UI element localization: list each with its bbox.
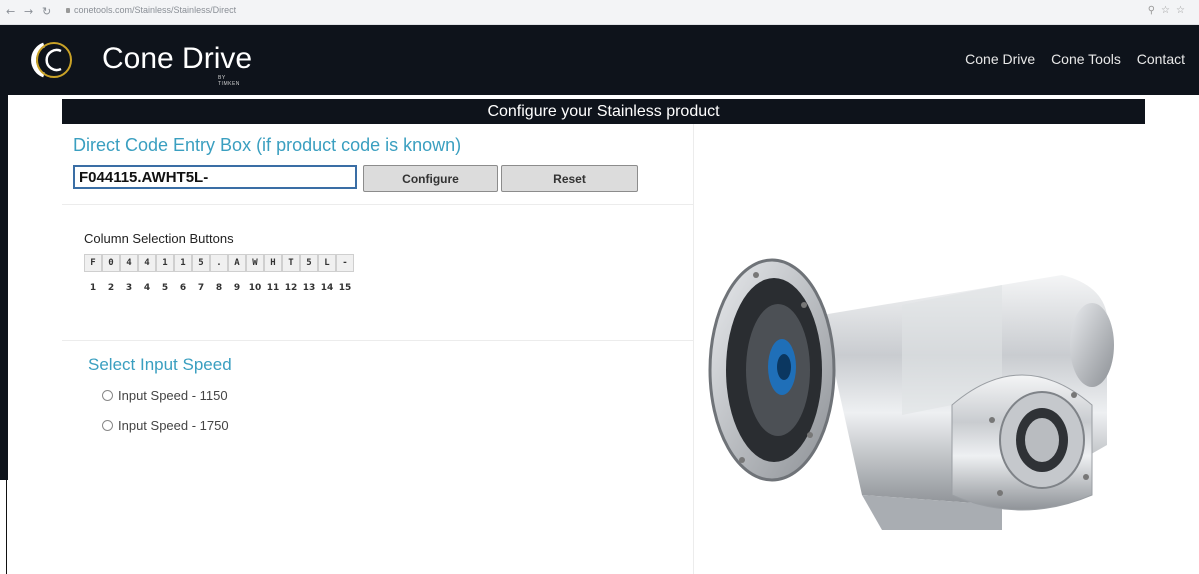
column-button[interactable]: . xyxy=(210,254,228,272)
column-button[interactable]: A xyxy=(228,254,246,272)
top-navigation: Cone Drive Cone Tools Contact xyxy=(953,51,1185,67)
column-button[interactable]: 4 xyxy=(120,254,138,272)
column-number: 9 xyxy=(233,283,241,293)
column-number: 1 xyxy=(89,283,97,293)
cone-drive-logo-icon xyxy=(31,42,72,78)
right-gutter xyxy=(1145,95,1199,574)
column-button[interactable]: 5 xyxy=(192,254,210,272)
column-button[interactable]: 1 xyxy=(156,254,174,272)
nav-cone-drive[interactable]: Cone Drive xyxy=(965,51,1035,67)
radio-button[interactable] xyxy=(102,390,113,401)
address-bar[interactable]: conetools.com/Stainless/Stainless/Direct xyxy=(74,5,236,15)
column-number: 14 xyxy=(320,283,334,293)
configurator-panel: Direct Code Entry Box (if product code i… xyxy=(62,124,694,574)
column-button[interactable]: L xyxy=(318,254,336,272)
column-number: 3 xyxy=(125,283,133,293)
column-button[interactable]: 4 xyxy=(138,254,156,272)
speed-option-1150[interactable]: Input Speed - 1150 xyxy=(102,388,228,403)
configurator-page: Configure your Stainless product Direct … xyxy=(62,95,1145,574)
product-code-input[interactable] xyxy=(73,165,357,189)
column-button[interactable]: W xyxy=(246,254,264,272)
column-number: 11 xyxy=(266,283,280,293)
column-button[interactable]: T xyxy=(282,254,300,272)
column-numbers: 1 2 3 4 5 6 7 8 9 10 11 12 13 14 15 xyxy=(84,283,354,293)
input-speed-title: Select Input Speed xyxy=(88,355,232,374)
configure-title-bar: Configure your Stainless product xyxy=(62,99,1145,124)
product-image xyxy=(708,258,1114,530)
reset-button[interactable]: Reset xyxy=(501,165,638,192)
nav-contact[interactable]: Contact xyxy=(1137,51,1185,67)
column-button[interactable]: 5 xyxy=(300,254,318,272)
site-header: Cone Drive BY TIMKEN Cone Drive Cone Too… xyxy=(0,25,1199,95)
column-selection-label: Column Selection Buttons xyxy=(84,231,234,246)
brand-name: Cone Drive xyxy=(102,42,253,75)
forward-icon[interactable]: → xyxy=(24,5,33,18)
column-button[interactable]: F xyxy=(84,254,102,272)
column-number: 6 xyxy=(179,283,187,293)
column-number: 13 xyxy=(302,283,316,293)
column-number: 15 xyxy=(338,283,352,293)
column-number: 7 xyxy=(197,283,205,293)
configure-button[interactable]: Configure xyxy=(363,165,498,192)
browser-toolbar: ← → ↻ conetools.com/Stainless/Stainless/… xyxy=(0,0,1199,25)
column-selection-buttons: F 0 4 4 1 1 5 . A W H T 5 L - xyxy=(84,254,354,272)
left-edge xyxy=(0,95,8,480)
left-edge-line xyxy=(6,480,7,574)
section-divider xyxy=(62,204,693,205)
column-button[interactable]: H xyxy=(264,254,282,272)
column-number: 12 xyxy=(284,283,298,293)
column-number: 4 xyxy=(143,283,151,293)
column-number: 5 xyxy=(161,283,169,293)
back-icon[interactable]: ← xyxy=(6,5,15,18)
column-number: 8 xyxy=(215,283,223,293)
column-number: 2 xyxy=(107,283,115,293)
radio-button[interactable] xyxy=(102,420,113,431)
left-gutter xyxy=(0,95,62,574)
section-divider xyxy=(62,340,693,341)
column-button[interactable]: 0 xyxy=(102,254,120,272)
speed-option-label: Input Speed - 1150 xyxy=(118,388,228,403)
direct-code-title: Direct Code Entry Box (if product code i… xyxy=(73,135,462,155)
reload-icon[interactable]: ↻ xyxy=(42,5,51,18)
column-number: 10 xyxy=(248,283,262,293)
column-button[interactable]: - xyxy=(336,254,354,272)
speed-option-1750[interactable]: Input Speed - 1750 xyxy=(102,418,229,433)
column-button[interactable]: 1 xyxy=(174,254,192,272)
brand-subtitle: BY TIMKEN xyxy=(218,75,240,87)
lock-icon xyxy=(66,8,70,13)
nav-cone-tools[interactable]: Cone Tools xyxy=(1051,51,1121,67)
speed-option-label: Input Speed - 1750 xyxy=(118,418,229,433)
browser-action-icons[interactable]: ⚲☆☆ xyxy=(1148,5,1191,16)
